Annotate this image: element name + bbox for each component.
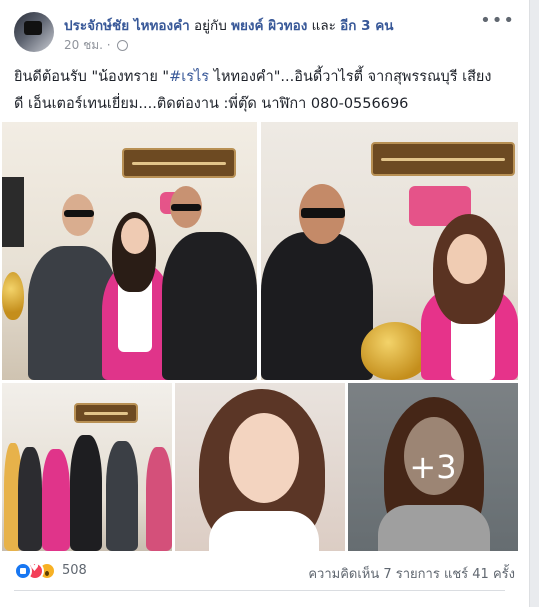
person-man	[261, 232, 373, 380]
head	[229, 413, 299, 503]
post-text-prefix: ยินดีต้อนรับ "น้องทราย "	[14, 69, 170, 85]
person	[42, 449, 70, 551]
others-link[interactable]: อีก 3 คน	[340, 18, 393, 34]
golden-pot	[361, 322, 429, 380]
more-options-button[interactable]: •••	[480, 12, 515, 30]
globe-icon	[117, 40, 129, 51]
tv-screen	[2, 177, 24, 247]
person	[18, 447, 42, 551]
tagged-name[interactable]: พยงค์ ผิวทอง	[231, 18, 307, 34]
shop-sign	[371, 142, 515, 176]
sunglasses	[171, 204, 201, 211]
post-timestamp[interactable]: 20 ชม.	[64, 38, 103, 52]
post-meta: 20 ชม. ·	[64, 36, 129, 55]
like-icon[interactable]	[14, 562, 32, 580]
head	[121, 218, 149, 254]
post-stats: ความคิดเห็น 7 รายการ แชร์ 41 ครั้ง	[308, 563, 515, 584]
person-man-right	[162, 232, 257, 380]
post-header: ประจักษ์ชัย ไหทองคำ อยู่กับ พยงค์ ผิวทอง…	[14, 12, 515, 60]
person	[70, 435, 102, 551]
sunglasses	[64, 210, 94, 217]
head	[447, 234, 487, 284]
poster-name[interactable]: ประจักษ์ชัย ไหทองคำ	[64, 18, 190, 34]
reaction-count[interactable]: 508	[62, 563, 87, 578]
photo-3[interactable]	[2, 383, 172, 551]
divider	[14, 590, 505, 591]
shop-sign	[122, 148, 236, 178]
person	[146, 447, 172, 551]
with-text: อยู่กับ	[194, 18, 227, 34]
golden-pot	[2, 272, 24, 320]
post-text: ยินดีต้อนรับ "น้องทราย "#เรไร ไหทองคำ"..…	[14, 64, 514, 118]
hashtag-link[interactable]: #เรไร	[169, 69, 209, 85]
poster-line: ประจักษ์ชัย ไหทองคำ อยู่กับ พยงค์ ผิวทอง…	[64, 14, 394, 36]
photo-1[interactable]	[2, 122, 257, 380]
and-text: และ	[311, 18, 336, 34]
share-count[interactable]: แชร์ 41 ครั้ง	[444, 567, 515, 582]
post-text-line-2: ดี เอ็นเตอร์เทนเยี่ยม....ติดต่องาน :พี่ต…	[14, 96, 409, 112]
post-card: ประจักษ์ชัย ไหทองคำ อยู่กับ พยงค์ ผิวทอง…	[0, 0, 530, 607]
white-top	[209, 511, 319, 551]
sunglasses	[301, 208, 345, 218]
photo-2[interactable]	[261, 122, 518, 380]
avatar[interactable]	[14, 12, 54, 52]
more-photos-overlay[interactable]: +3	[348, 383, 518, 551]
shop-sign	[74, 403, 138, 423]
post-text-line-1: ยินดีต้อนรับ "น้องทราย "#เรไร ไหทองคำ"..…	[14, 64, 514, 91]
post-text-suffix: ไหทองคำ"...อินดี้วาไรตี้ จากสุพรรณบุรี เ…	[209, 69, 492, 85]
comment-count[interactable]: ความคิดเห็น 7 รายการ	[308, 567, 440, 582]
photo-4[interactable]	[175, 383, 345, 551]
reactions-row: 508 ความคิดเห็น 7 รายการ แชร์ 41 ครั้ง	[14, 560, 515, 584]
person	[106, 441, 138, 551]
